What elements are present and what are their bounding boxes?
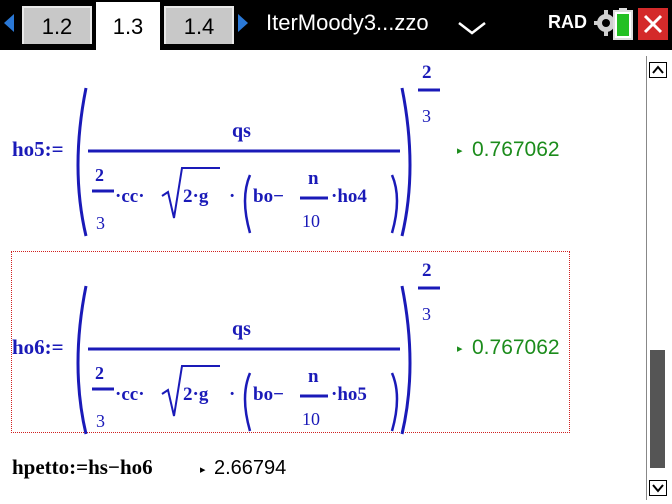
dot: · (229, 384, 236, 405)
tail-term: ·ho5 (331, 384, 367, 405)
frac-n: n (308, 366, 319, 387)
scroll-up-button[interactable] (649, 62, 667, 78)
angle-mode-indicator: RAD (548, 12, 587, 32)
tab-1-4[interactable]: 1.4 (164, 6, 234, 44)
chevron-up-icon (652, 65, 664, 74)
entry-expression: hpetto:=hs−ho6 (12, 455, 153, 479)
coef-denominator: 3 (96, 213, 105, 233)
tab-1-3[interactable]: 1.3 (96, 2, 160, 50)
frac-10: 10 (302, 211, 320, 231)
coef-numerator: 2 (95, 165, 104, 185)
chevron-down-icon[interactable] (457, 21, 487, 35)
coef-numerator: 2 (95, 363, 104, 383)
frac-n: n (308, 168, 319, 189)
numerator: qs (232, 120, 251, 142)
sqrt-body: 2·g (183, 186, 209, 207)
scroll-down-button[interactable] (649, 480, 667, 496)
exponent-numerator: 2 (422, 260, 432, 281)
entry-result: 2.66794 (214, 457, 287, 479)
exponent-denominator: 3 (422, 106, 431, 126)
next-tab-arrow-icon[interactable] (238, 14, 248, 32)
result-marker: ▸ (457, 343, 463, 355)
close-icon[interactable] (638, 8, 668, 40)
dot: · (229, 186, 236, 207)
formula (76, 285, 440, 435)
entry-lhs: ho6:= (12, 335, 64, 359)
scrollbar-thumb[interactable] (650, 350, 665, 468)
bo-term: bo− (253, 186, 284, 207)
tail-term: ·ho4 (331, 186, 367, 207)
coef-denominator: 3 (96, 411, 105, 431)
numerator: qs (232, 318, 251, 340)
result-marker: ▸ (457, 145, 463, 157)
exponent-denominator: 3 (422, 304, 431, 324)
sqrt-body: 2·g (183, 384, 209, 405)
previous-tab-arrow-icon[interactable] (4, 14, 14, 32)
cc-term: ·cc· (115, 384, 145, 405)
bo-term: bo− (253, 384, 284, 405)
cc-term: ·cc· (115, 186, 145, 207)
entry-lhs: ho5:= (12, 137, 64, 161)
chevron-down-icon (652, 484, 664, 493)
frac-10: 10 (302, 409, 320, 429)
document-title[interactable]: IterMoody3...zzo (266, 10, 429, 36)
formula (76, 87, 440, 237)
exponent-numerator: 2 (422, 62, 432, 83)
entry-result: 0.767062 (472, 336, 560, 359)
battery-icon (613, 8, 633, 40)
result-marker: ▸ (200, 464, 206, 476)
entry-result: 0.767062 (472, 138, 560, 161)
tab-1-2[interactable]: 1.2 (22, 6, 92, 44)
top-bar: 1.2 1.3 1.4 IterMoody3...zzo RAD (0, 0, 672, 50)
